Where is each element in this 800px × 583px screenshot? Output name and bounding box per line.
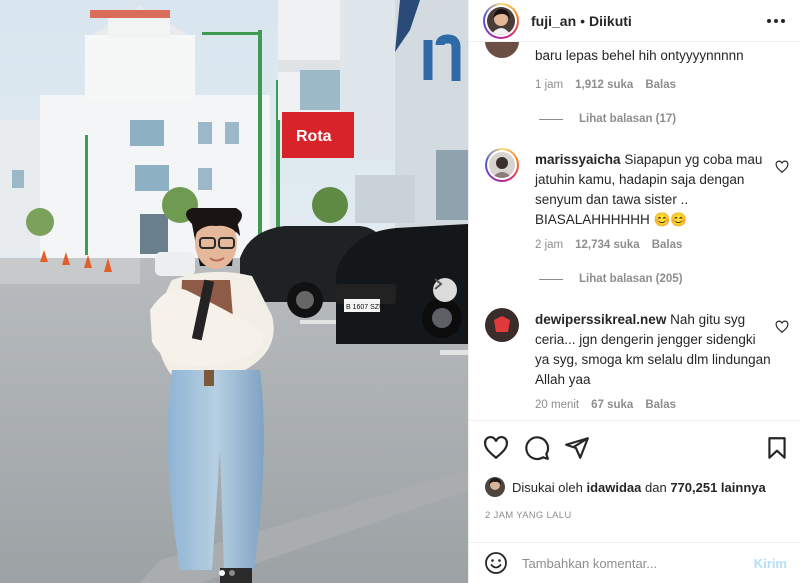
view-replies-button[interactable]: Lihat balasan (17) (539, 113, 676, 125)
comment-time[interactable]: 2 jam (535, 239, 563, 251)
comments-list[interactable]: baru lepas behel hih ontyyyynnnnn 1 jam … (469, 42, 800, 420)
liker-username[interactable]: idawidaa (586, 480, 641, 495)
comment-icon[interactable] (524, 435, 550, 461)
liker-avatar (485, 477, 505, 497)
likes-conj: dan (645, 479, 667, 495)
view-replies-label: Lihat balasan (205) (579, 273, 683, 285)
likes-count[interactable]: 770,251 lainnya (670, 480, 765, 495)
comment-avatar[interactable] (485, 42, 519, 58)
heart-icon[interactable] (483, 435, 509, 461)
post-actions: Disukai oleh idawidaa dan 770,251 lainny… (469, 420, 800, 532)
replies-divider (539, 278, 563, 280)
replies-divider (539, 118, 563, 120)
post-photo[interactable]: Rota B 1607 SZU (0, 0, 468, 583)
comment-heart-icon[interactable] (775, 320, 789, 334)
comment-avatar[interactable] (485, 148, 519, 182)
emoji-icon[interactable] (484, 551, 508, 575)
comment-likes[interactable]: 67 suka (591, 399, 633, 411)
comment-reply-button[interactable]: Balas (645, 399, 676, 411)
send-icon[interactable] (564, 435, 590, 461)
follow-status-button[interactable]: Diikuti (589, 13, 632, 29)
carousel-dot (229, 570, 235, 576)
add-comment-bar: Kirim (469, 542, 800, 583)
comment-meta: 2 jam 12,734 suka Balas (535, 239, 682, 251)
comment-meta: 1 jam 1,912 suka Balas (535, 79, 676, 91)
carousel-dot-active (219, 570, 225, 576)
comment-reply-button[interactable]: Balas (645, 79, 676, 91)
post-side-panel: fuji_an • Diikuti baru lepas behel hih o… (468, 0, 800, 583)
author-avatar[interactable] (483, 2, 519, 39)
comment-avatar[interactable] (485, 308, 519, 342)
header-separator: • (580, 12, 586, 29)
author-username[interactable]: fuji_an (531, 13, 576, 29)
comment-reply-button[interactable]: Balas (652, 239, 683, 251)
view-replies-button[interactable]: Lihat balasan (205) (539, 273, 683, 285)
more-dots-icon[interactable] (765, 11, 787, 31)
comment-likes[interactable]: 12,734 suka (575, 239, 640, 251)
post-timestamp[interactable]: 2 JAM YANG LALU (485, 510, 572, 521)
post-comment-button[interactable]: Kirim (754, 556, 787, 571)
comment-input[interactable] (522, 555, 732, 571)
post-image: Rota B 1607 SZU (0, 0, 468, 583)
comment-time[interactable]: 20 menit (535, 399, 579, 411)
comment-body: dewiperssikreal.new Nah gitu syg ceria..… (535, 310, 771, 390)
comment-text: baru lepas behel hih ontyyyynnnnn (535, 48, 744, 63)
comment-meta: 20 menit 67 suka Balas (535, 399, 676, 411)
likes-prefix: Disukai oleh (512, 479, 583, 495)
comment-time[interactable]: 1 jam (535, 79, 563, 91)
next-photo-button[interactable] (433, 278, 457, 302)
post-header: fuji_an • Diikuti (469, 0, 800, 42)
carousel-dots (219, 570, 235, 576)
comment-body: marissyaicha Siapapun yg coba mau jatuhi… (535, 150, 771, 230)
chevron-right-icon (434, 278, 443, 290)
store-sign-text: Rota (296, 128, 332, 145)
view-replies-label: Lihat balasan (17) (579, 113, 677, 125)
comment-likes[interactable]: 1,912 suka (575, 79, 633, 91)
comment-username[interactable]: dewiperssikreal.new (535, 312, 666, 327)
comment-heart-icon[interactable] (775, 160, 789, 174)
bookmark-icon[interactable] (764, 435, 790, 461)
car-plate-text: B 1607 SZU (346, 304, 384, 311)
comment-username[interactable]: marissyaicha (535, 152, 621, 167)
likes-summary[interactable]: Disukai oleh idawidaa dan 770,251 lainny… (485, 477, 766, 497)
